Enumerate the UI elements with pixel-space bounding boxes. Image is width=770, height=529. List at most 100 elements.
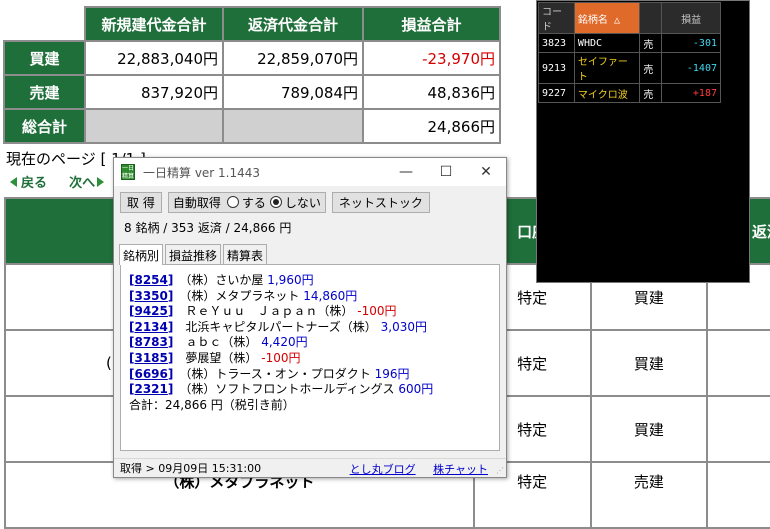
ticker-panel: コード 銘柄名 △ 損益 3823 WHDC 売 -301 9213 セイファー…	[536, 0, 750, 283]
stock-code-link[interactable]: 8783	[134, 335, 167, 349]
page-nav: 戻る 次へ	[10, 172, 122, 191]
pl-value: 24,866円	[362, 108, 501, 144]
stock-code-link[interactable]: 3350	[134, 289, 167, 303]
list-item: [3185] 夢展望（株） -100円	[129, 350, 301, 365]
stock-code-link[interactable]: 2321	[134, 382, 167, 396]
summary-row-sell: 売建 837,920円 789,084円 48,836円	[3, 74, 501, 110]
stock-code-link[interactable]: 9425	[134, 304, 167, 318]
summary-row-buy: 買建 22,883,040円 22,859,070円 -23,970円	[3, 40, 501, 76]
ticker-row[interactable]: 3823 WHDC 売 -301	[538, 33, 721, 53]
radio-off-label[interactable]: しない	[285, 194, 321, 211]
status-text: 取得 > 09月09日 15:31:00	[120, 462, 262, 475]
summary-row-total: 総合計 24,866円	[3, 108, 501, 144]
ticker-header-side[interactable]	[639, 2, 663, 34]
netstock-button[interactable]: ネットストック	[331, 191, 430, 213]
stock-code-link[interactable]: 8254	[134, 273, 167, 287]
repay-total-empty	[222, 108, 364, 144]
list-item: [2321] （株）ソフトフロントホールディングス 600円	[129, 382, 434, 397]
ticker-row[interactable]: 9227 マイクロ波 売 +187	[538, 83, 721, 103]
header-repay-total: 返済代金合計	[222, 6, 364, 42]
ticker-name: WHDC	[573, 33, 641, 53]
ticker-header-code[interactable]: コード	[538, 2, 575, 34]
ticker-table: コード 銘柄名 △ 損益 3823 WHDC 売 -301 9213 セイファー…	[538, 2, 721, 103]
ticker-header-pl[interactable]: 損益	[661, 2, 721, 34]
stock-pl: -100円	[357, 304, 397, 319]
stock-pl: 196円	[374, 366, 410, 381]
list-item: [3350] （株）メタプラネット 14,860円	[129, 288, 358, 303]
stock-code-link[interactable]: 6696	[134, 367, 167, 381]
tab-settlement[interactable]: 精算表	[223, 244, 268, 264]
header-pl-total: 損益合計	[362, 6, 501, 42]
stock-name: 夢展望（株）	[185, 350, 258, 365]
repay-total-value: 789,084円	[222, 74, 364, 110]
stock-name: ＲｅＹｕｕ Ｊａｐａｎ（株）	[185, 304, 354, 319]
stock-code-link[interactable]: 3185	[134, 351, 167, 365]
tab-pl-trend[interactable]: 損益推移	[165, 244, 222, 264]
tab-bar: 銘柄別 損益推移 精算表	[119, 244, 506, 265]
trade-side: 買建	[589, 329, 709, 397]
maximize-icon[interactable]: ☐	[426, 158, 466, 186]
fetch-button[interactable]: 取 得	[120, 191, 162, 213]
trade-side: 買建	[589, 395, 709, 463]
auto-fetch-label: 自動取得	[172, 195, 221, 210]
tab-by-stock[interactable]: 銘柄別	[119, 244, 164, 265]
back-link[interactable]: 戻る	[10, 176, 47, 191]
title-bar[interactable]: 一日精算 一日精算 ver 1.1443 — ☐ ✕	[114, 158, 506, 186]
list-item: [8254] （株）さいか屋 1,960円	[129, 273, 314, 287]
pl-value: -23,970円	[362, 40, 501, 76]
ticker-code: 3823	[538, 33, 575, 53]
ticker-row[interactable]: 9213 セイファート 売 -1407	[538, 52, 721, 84]
left-arrow-icon	[10, 177, 17, 187]
list-item: [8783] ａｂｃ（株） 4,420円	[129, 335, 308, 350]
stock-list-pane: [8254] （株）さいか屋 1,960円 [3350] （株）メタプラネット …	[120, 264, 500, 451]
new-total-empty	[84, 108, 224, 144]
stock-pl: 3,030円	[380, 319, 427, 334]
close-icon[interactable]: ✕	[466, 158, 506, 186]
radio-on-label[interactable]: する	[242, 194, 266, 211]
daily-settlement-window: 一日精算 一日精算 ver 1.1443 — ☐ ✕ 取 得 自動取得 する し…	[113, 157, 507, 478]
ticker-side: 売	[639, 83, 663, 103]
stock-code-link[interactable]: 2134	[134, 320, 167, 334]
row-label: 売建	[3, 74, 86, 110]
row-label: 買建	[3, 40, 86, 76]
ticker-pl: -301	[661, 33, 721, 53]
list-item: [2134] 北浜キャピタルパートナーズ（株） 3,030円	[129, 319, 427, 334]
new-total-value: 837,920円	[84, 74, 224, 110]
chat-link[interactable]: 株チャット	[433, 463, 488, 476]
blog-link[interactable]: とし丸ブログ	[350, 463, 416, 476]
ticker-header-name[interactable]: 銘柄名 △	[573, 2, 641, 34]
stock-name: 北浜キャピタルパートナーズ（株）	[185, 319, 377, 334]
right-arrow-icon	[97, 177, 105, 187]
ticker-pl: +187	[661, 83, 721, 103]
row-label: 総合計	[3, 108, 86, 144]
radio-off[interactable]	[269, 196, 282, 208]
stock-pl: 14,860円	[303, 288, 358, 303]
stock-pl: 4,420円	[261, 335, 308, 350]
ticker-code: 9213	[538, 52, 575, 84]
stock-name: （株）さいか屋	[185, 273, 264, 287]
app-icon: 一日精算	[121, 164, 135, 180]
trade-side: 売建	[589, 461, 709, 529]
repay-total-value: 22,859,070円	[222, 40, 364, 76]
ticker-code: 9227	[538, 83, 575, 103]
new-total-value: 22,883,040円	[84, 40, 224, 76]
stock-name: （株）トラース・オン・プロダクト	[185, 366, 371, 381]
minimize-icon[interactable]: —	[386, 158, 426, 186]
ticker-name: セイファート	[573, 52, 641, 84]
radio-on[interactable]	[226, 196, 239, 208]
next-link[interactable]: 次へ	[69, 176, 105, 191]
toolbar: 取 得 自動取得 する しない ネットストック	[114, 191, 506, 213]
ticker-name: マイクロ波	[573, 83, 641, 103]
stock-name: ａｂｃ（株）	[185, 335, 258, 350]
pl-value: 48,836円	[362, 74, 501, 110]
stock-name: （株）メタプラネット	[185, 288, 300, 303]
stock-pl: -100円	[261, 350, 301, 365]
stock-name: （株）ソフトフロントホールディングス	[185, 382, 395, 397]
ticker-side: 売	[639, 33, 663, 53]
summary-table: 新規建代金合計 返済代金合計 損益合計 買建 22,883,040円 22,85…	[3, 6, 501, 144]
resize-grip-icon[interactable]: ⋰	[496, 467, 504, 475]
ticker-pl: -1407	[661, 52, 721, 84]
ticker-side: 売	[639, 52, 663, 84]
stats-summary: 8 銘柄 / 353 返済 / 24,866 円	[124, 221, 292, 235]
total-line: 合計：24,866 円（税引き前）	[129, 397, 295, 412]
